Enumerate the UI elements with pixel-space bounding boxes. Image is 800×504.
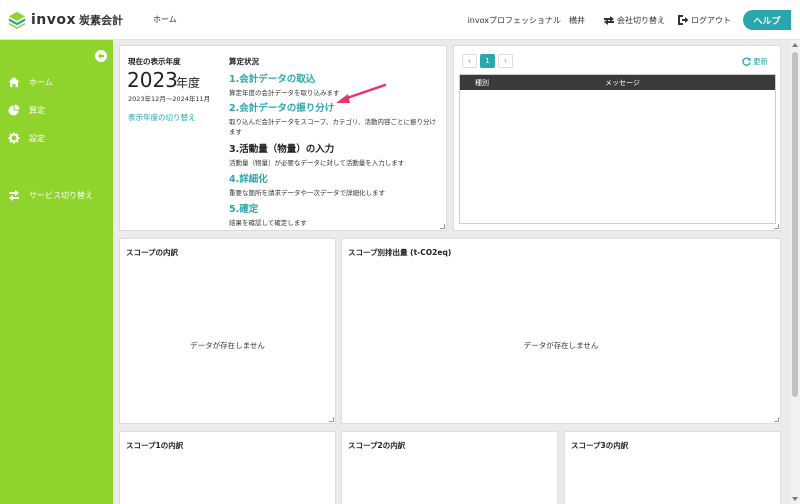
exchange-icon: [604, 16, 614, 25]
sidebar-collapse-button[interactable]: [95, 50, 107, 62]
annotation-arrow: [336, 83, 387, 103]
scope2-breakdown-panel: スコープ2の内訳: [341, 431, 558, 504]
step-confirm: 5.確定 結果を確認して確定します: [229, 201, 439, 228]
sidebar-item-calc[interactable]: 算定: [8, 104, 45, 116]
current-year-label: 現在の表示年度: [128, 57, 181, 66]
sign-out-icon: [678, 15, 689, 25]
step-description: 結果を確認して確定します: [229, 219, 307, 227]
sidebar-item-label: サービス切り替え: [29, 190, 93, 200]
step-title: 3.活動量（物量）の入力: [229, 144, 335, 155]
logout-button[interactable]: ログアウト: [677, 14, 731, 26]
sidebar-item-label: 算定: [29, 105, 45, 115]
current-year: 2023: [127, 68, 178, 92]
scroll-thumb[interactable]: [792, 52, 798, 397]
no-data-message: データが存在しません: [190, 341, 265, 350]
nav-home-link[interactable]: ホーム: [153, 14, 177, 25]
switch-company-label: 会社切り替え: [617, 15, 665, 25]
sidebar-item-label: 設定: [29, 133, 45, 143]
no-data-message: データが存在しません: [523, 341, 599, 350]
message-table: 種別 メッセージ: [459, 74, 776, 224]
exchange-icon: [9, 190, 19, 201]
step-description: 重要な箇所を請求データや一次データで詳細化します: [229, 189, 385, 197]
sidebar: ホーム 算定 設定 サービス切り替え: [0, 40, 113, 504]
column-header-message: メッセージ: [605, 78, 640, 87]
resize-handle[interactable]: [440, 224, 445, 229]
scope1-breakdown-panel: スコープ1の内訳: [119, 431, 336, 504]
sidebar-item-settings[interactable]: 設定: [8, 132, 45, 144]
arrow-left-icon: [98, 53, 104, 59]
message-panel: ‹ 1 › 更新 種別 メッセージ: [453, 45, 781, 231]
prev-page-button[interactable]: ‹: [462, 54, 477, 68]
step-activity: 3.活動量（物量）の入力 活動量（物量）が必要なデータに対して活動量を入力します: [229, 141, 439, 168]
status-title: 算定状況: [229, 57, 259, 66]
refresh-label: 更新: [753, 57, 768, 66]
logout-label: ログアウト: [691, 15, 731, 25]
plan-name: invoxプロフェッショナル: [467, 15, 561, 25]
sidebar-item-service-switch[interactable]: サービス切り替え: [8, 189, 93, 201]
user-name: 横井: [569, 15, 585, 25]
gear-icon: [8, 132, 20, 144]
scope3-breakdown-panel: スコープ3の内訳: [564, 431, 781, 504]
panel-title: スコープ1の内訳: [126, 441, 184, 450]
step-description: 活動量（物量）が必要なデータに対して活動量を入力します: [229, 159, 405, 167]
year-range: 2023年12月〜2024年11月: [128, 95, 211, 103]
panel-title: スコープ別排出量 (t-CO2eq): [348, 248, 452, 257]
panel-title: スコープの内訳: [126, 248, 179, 257]
year-unit: 年度: [176, 76, 201, 90]
scroll-down-arrow[interactable]: [792, 497, 798, 501]
panel-title: スコープ3の内訳: [571, 441, 629, 450]
logo[interactable]: invox 炭素会計: [8, 11, 123, 29]
scope-emissions-panel: スコープ別排出量 (t-CO2eq) データが存在しません: [341, 238, 781, 424]
help-button[interactable]: ヘルプ: [743, 10, 791, 30]
step-link[interactable]: 4.詳細化: [229, 171, 439, 185]
page-scrollbar[interactable]: [790, 40, 800, 504]
year-status-panel: 現在の表示年度 2023 年度 2023年12月〜2024年11月 表示年度の切…: [119, 45, 447, 231]
logo-icon: [8, 11, 26, 29]
resize-handle[interactable]: [774, 224, 779, 229]
sidebar-item-home[interactable]: ホーム: [8, 76, 53, 88]
step-detail: 4.詳細化 重要な箇所を請求データや一次データで詳細化します: [229, 171, 439, 198]
refresh-icon: [742, 57, 751, 66]
column-header-type: 種別: [475, 78, 489, 87]
switch-company-button[interactable]: 会社切り替え: [603, 14, 665, 26]
table-header: 種別 メッセージ: [460, 75, 775, 90]
resize-handle[interactable]: [774, 417, 779, 422]
resize-handle[interactable]: [329, 417, 334, 422]
panel-title: スコープ2の内訳: [348, 441, 406, 450]
step-description: 取り込んだ会計データをスコープ、カテゴリ、活動内容ごとに振り分けます: [229, 118, 437, 136]
sidebar-item-label: ホーム: [29, 77, 53, 87]
step-link[interactable]: 5.確定: [229, 201, 439, 215]
logo-text: invox: [31, 11, 77, 28]
page-number-button[interactable]: 1: [480, 54, 495, 68]
scope-breakdown-panel: スコープの内訳 データが存在しません: [119, 238, 336, 424]
next-page-button[interactable]: ›: [498, 54, 513, 68]
scroll-up-arrow[interactable]: [792, 43, 798, 47]
logo-subtitle: 炭素会計: [79, 13, 124, 27]
refresh-button[interactable]: 更新: [742, 56, 768, 67]
pie-chart-icon: [8, 104, 20, 116]
top-header: invox 炭素会計 ホーム invoxプロフェッショナル 横井 会社切り替え …: [0, 0, 800, 40]
pagination: ‹ 1 ›: [462, 54, 516, 68]
switch-year-link[interactable]: 表示年度の切り替え: [128, 112, 196, 123]
home-icon: [8, 77, 20, 87]
